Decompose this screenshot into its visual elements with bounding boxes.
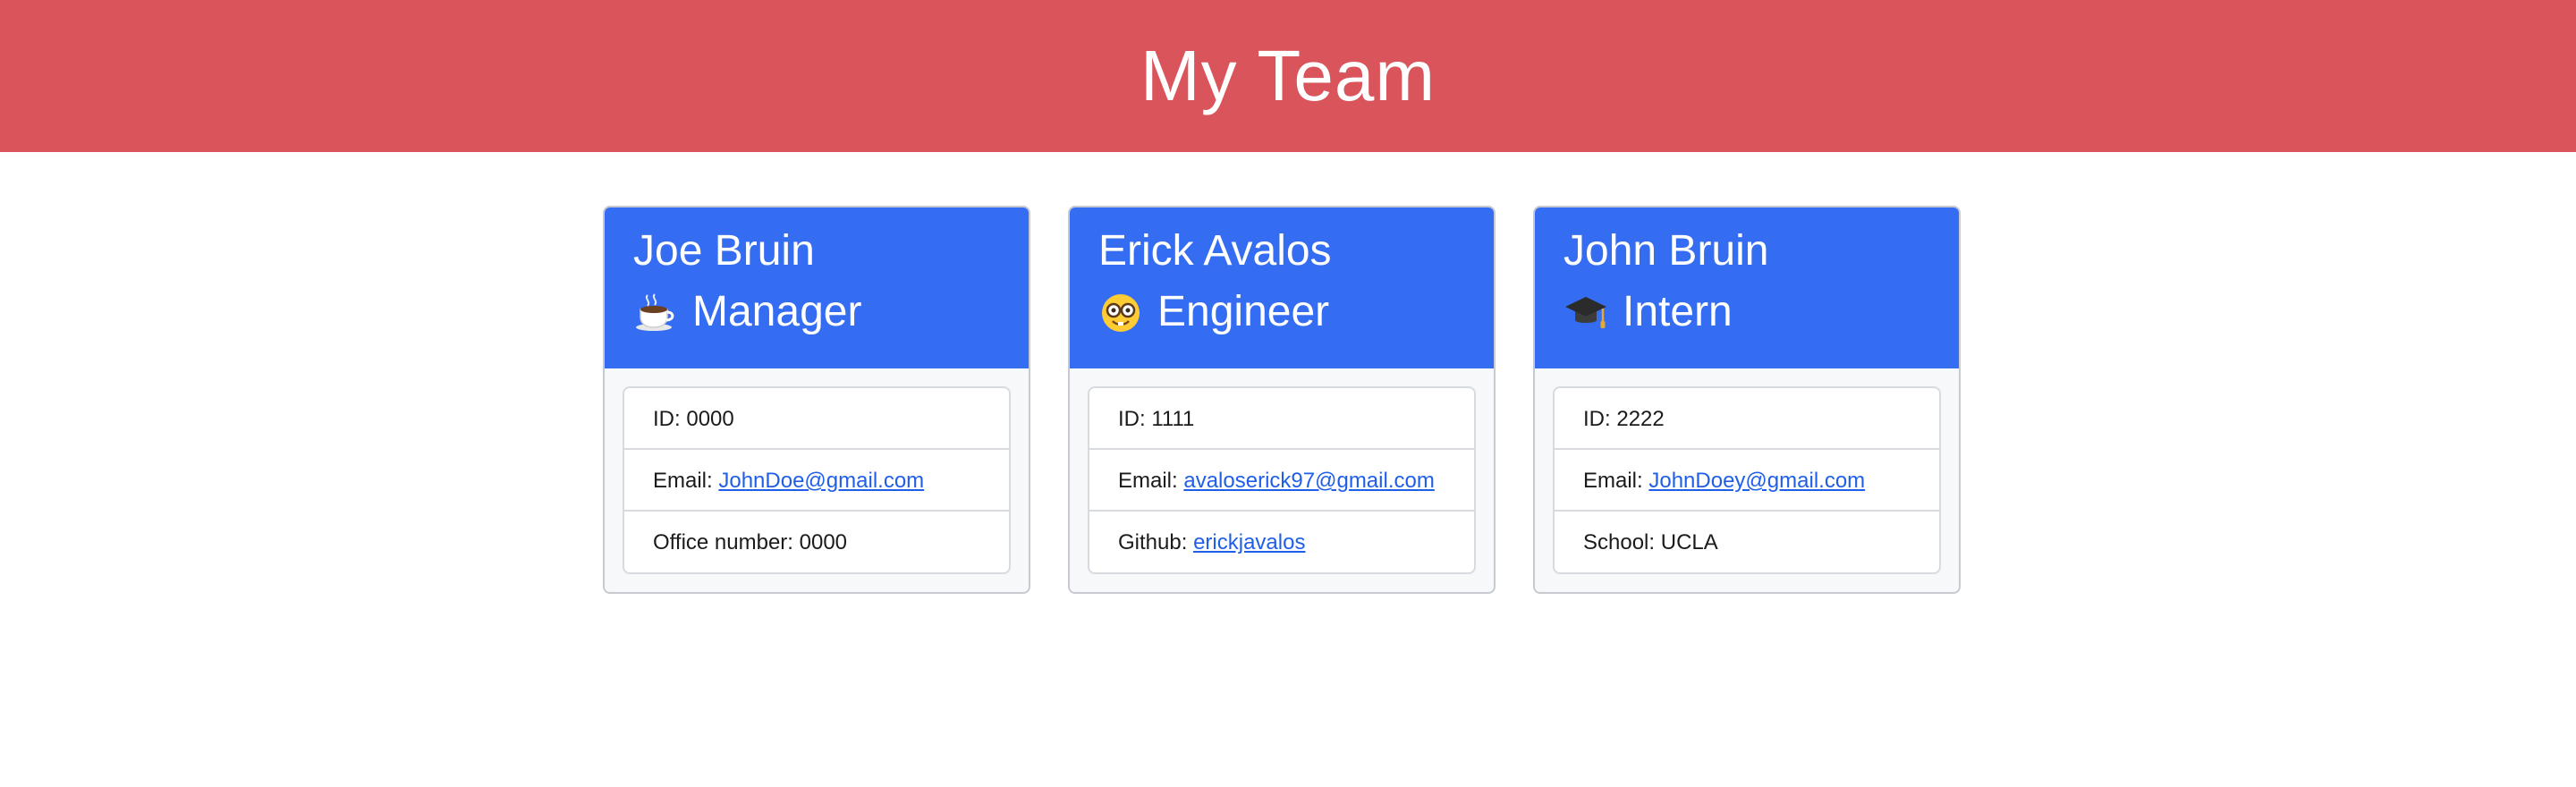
id-value: 2222 [1616, 407, 1665, 431]
employee-github: Github: erickjavalos [1089, 512, 1474, 573]
employee-role-label: Engineer [1157, 288, 1330, 335]
id-label: ID: [1118, 407, 1146, 431]
employee-name: Joe Bruin [633, 227, 815, 275]
employee-name: Erick Avalos [1098, 227, 1332, 275]
card-header: Joe Bruin Manager [605, 207, 1029, 368]
office-number-value: 0000 [799, 530, 848, 554]
id-label: ID: [653, 407, 681, 431]
employee-id: ID: 0000 [624, 388, 1009, 450]
school-value: UCLA [1660, 530, 1718, 554]
id-label: ID: [1583, 407, 1611, 431]
id-value: 0000 [686, 407, 734, 431]
email-label: Email: [1118, 469, 1178, 493]
employee-details: ID: 1111 Email: avaloserick97@gmail.com … [1088, 386, 1476, 574]
office-number-label: Office number: [653, 530, 793, 554]
employee-role-label: Manager [692, 288, 862, 335]
coffee-icon [633, 290, 678, 334]
school-label: School: [1583, 530, 1656, 554]
graduation-cap-icon [1563, 290, 1608, 334]
employee-id: ID: 1111 [1089, 388, 1474, 450]
github-link[interactable]: erickjavalos [1193, 530, 1305, 554]
employee-role: Manager [633, 279, 1000, 345]
employee-email: Email: JohnDoe@gmail.com [624, 450, 1009, 512]
email-link[interactable]: avaloserick97@gmail.com [1183, 469, 1434, 493]
employee-id: ID: 2222 [1555, 388, 1939, 450]
email-label: Email: [653, 469, 713, 493]
employee-name: John Bruin [1563, 227, 1769, 275]
employee-details: ID: 2222 Email: JohnDoey@gmail.com Schoo… [1553, 386, 1941, 574]
employee-card-engineer: Erick Avalos Engineer ID: 1111 Email: av… [1068, 206, 1496, 594]
github-label: Github: [1118, 530, 1188, 554]
employee-card-intern: John Bruin Intern ID: 2222 Email: JohnDo… [1533, 206, 1961, 594]
email-label: Email: [1583, 469, 1643, 493]
employee-office-number: Office number: 0000 [624, 512, 1009, 573]
card-header: Erick Avalos Engineer [1070, 207, 1494, 368]
page-banner: My Team [0, 0, 2576, 152]
employee-email: Email: avaloserick97@gmail.com [1089, 450, 1474, 512]
employee-details: ID: 0000 Email: JohnDoe@gmail.com Office… [623, 386, 1011, 574]
employee-school: School: UCLA [1555, 512, 1939, 573]
employee-role: Engineer [1098, 279, 1465, 345]
nerd-face-icon [1098, 290, 1143, 334]
email-link[interactable]: JohnDoey@gmail.com [1648, 469, 1865, 493]
employee-role-label: Intern [1623, 288, 1733, 335]
card-header: John Bruin Intern [1535, 207, 1959, 368]
email-link[interactable]: JohnDoe@gmail.com [718, 469, 924, 493]
page-title: My Team [1140, 36, 1436, 115]
employee-email: Email: JohnDoey@gmail.com [1555, 450, 1939, 512]
team-cards: Joe Bruin Manager ID: 0000 Email: JohnDo… [603, 206, 1961, 594]
employee-role: Intern [1563, 279, 1930, 345]
id-value: 1111 [1151, 407, 1195, 431]
employee-card-manager: Joe Bruin Manager ID: 0000 Email: JohnDo… [603, 206, 1030, 594]
